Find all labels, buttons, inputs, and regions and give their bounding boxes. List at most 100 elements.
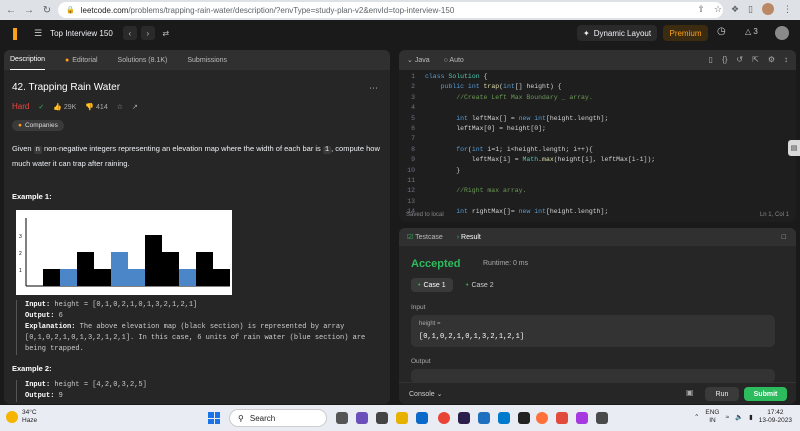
app-icon[interactable] [376,412,388,424]
clock[interactable]: 17:42 13-09-2023 [759,409,792,425]
tab-result[interactable]: › Result [457,234,481,241]
app-icon[interactable] [556,412,568,424]
ex2-input-label: Input: [25,381,51,389]
reset-icon[interactable]: ↺ [736,55,743,64]
case-1-tab[interactable]: • Case 1 [411,278,453,292]
windows-start-icon[interactable] [208,412,220,424]
premium-button[interactable]: Premium [663,25,708,41]
bookmark-star-icon[interactable]: ☆ [714,4,722,15]
language-select[interactable]: ⌄ Java [407,56,430,64]
editorial-icon: ● [65,56,70,64]
braces-icon[interactable]: {} [722,55,727,64]
companies-tag[interactable]: ● Companies [12,120,64,131]
status-accepted: Accepted [411,258,461,270]
param-value: [0,1,0,2,1,0,1,3,2,1,2,1] [419,333,525,341]
list-icon[interactable]: ☰ [34,28,42,39]
extensions-icon[interactable]: ❖ [731,4,739,15]
tab-editorial[interactable]: ● Editorial [65,50,98,70]
battery-icon[interactable]: ▮ [749,413,753,421]
case-2-tab[interactable]: • Case 2 [459,278,501,292]
tab-description-label: Description [10,56,46,63]
next-problem-icon[interactable]: › [140,26,155,40]
app-icon[interactable] [596,412,608,424]
result-footer: Console ⌄ ▣ Run Submit [399,382,796,404]
tab-submissions-label: Submissions [187,56,228,64]
search-icon: ⚲ [238,413,244,423]
task-view-icon[interactable] [336,412,348,424]
lang-2: IN [709,417,716,424]
volume-icon[interactable]: 🔈 [735,413,743,421]
line-number: 6 [411,125,415,133]
tab-submissions[interactable]: Submissions [187,50,227,70]
address-bar[interactable]: 🔒 leetcode.com/problems/trapping-rain-wa… [58,2,723,18]
wifi-icon[interactable]: ≈ [726,414,730,421]
collapse-icon[interactable]: □ [782,234,786,241]
dynamic-layout-button[interactable]: ✦ Dynamic Layout [577,25,658,41]
favorite-star-icon[interactable]: ☆ [117,103,123,111]
firefox-icon[interactable] [536,412,548,424]
app-icon[interactable] [518,412,530,424]
debug-icon[interactable]: ▣ [686,388,694,397]
tab-solutions[interactable]: Solutions (8.1K) [118,50,168,70]
lang-1: ENG [705,409,720,416]
line-number: 4 [411,104,415,112]
reload-icon[interactable]: ↻ [40,3,54,17]
app-icon[interactable] [576,412,588,424]
run-button[interactable]: Run [705,387,739,401]
line-number: 2 [411,83,415,91]
language-indicator[interactable]: ENG IN [705,409,719,425]
bar [196,252,213,286]
like-button[interactable]: 👍 29K [53,103,76,111]
expand-icon[interactable]: ↕ [784,55,788,64]
leetcode-logo[interactable]: ❚ [8,26,22,40]
console-toggle[interactable]: Console ⌄ [409,390,443,398]
code-area[interactable]: 1 class Solution { 2 public int trap(int[… [399,72,796,218]
vscode-icon[interactable] [498,412,510,424]
prev-problem-icon[interactable]: ‹ [122,26,137,40]
share-icon[interactable]: ↗ [132,103,138,111]
sidepanel-icon[interactable]: ▯ [748,4,753,15]
tab-description[interactable]: Description [10,50,46,70]
premiere-icon[interactable] [458,412,470,424]
study-plan-title[interactable]: Top Interview 150 [50,29,113,38]
file-explorer-icon[interactable] [396,412,408,424]
settings-icon[interactable]: ⚙ [768,55,775,64]
bookmark-icon[interactable]: ▯ [709,55,713,64]
user-avatar[interactable] [775,26,789,40]
profile-avatar[interactable] [762,3,774,15]
bar [145,235,162,286]
submit-button[interactable]: Submit [744,387,787,401]
water-cell [111,252,128,286]
tab-result-label: Result [461,233,481,241]
dislike-button[interactable]: 👎 414 [85,103,107,111]
url-host: leetcode.com [80,5,129,15]
shuffle-icon[interactable]: ⇄ [159,26,173,40]
chevron-up-icon[interactable]: ⌃ [694,413,699,421]
menu-dots-icon[interactable]: ⋮ [783,4,792,15]
tick-2: 2 [19,251,22,257]
feedback-side-tab[interactable]: ▤ [788,140,800,156]
tab-testcase-label: Testcase [415,234,443,241]
fullscreen-icon[interactable]: ⇱ [752,55,759,64]
forward-icon[interactable]: → [22,3,36,17]
desc-text-2: non-negative integers representing an el… [41,144,323,153]
store-icon[interactable] [416,412,428,424]
taskbar-search[interactable]: ⚲ Search [229,409,327,427]
ex1-explanation-label: Explanation: [25,323,76,331]
more-options-icon[interactable]: ⋯ [369,83,378,94]
desc-code-1: 1 [322,146,332,154]
autocomplete-mode[interactable]: ○ Auto [444,57,464,64]
chrome-icon[interactable] [438,412,450,424]
weather-widget[interactable]: 34°C Haze [6,409,37,425]
teams-icon[interactable] [356,412,368,424]
tab-testcase[interactable]: ☑ Testcase [407,233,443,241]
app-icon[interactable] [478,412,490,424]
share-icon[interactable]: ⇧ [697,4,705,15]
back-icon[interactable]: ← [4,3,18,17]
streak-counter[interactable]: △ 3 [745,27,758,36]
param-label: height = [419,321,441,327]
ex1-explanation: The above elevation map (black section) … [25,323,366,353]
alarm-icon[interactable]: ◷ [717,26,726,37]
line-number: 11 [407,177,415,185]
temperature: 34°C [22,409,37,416]
